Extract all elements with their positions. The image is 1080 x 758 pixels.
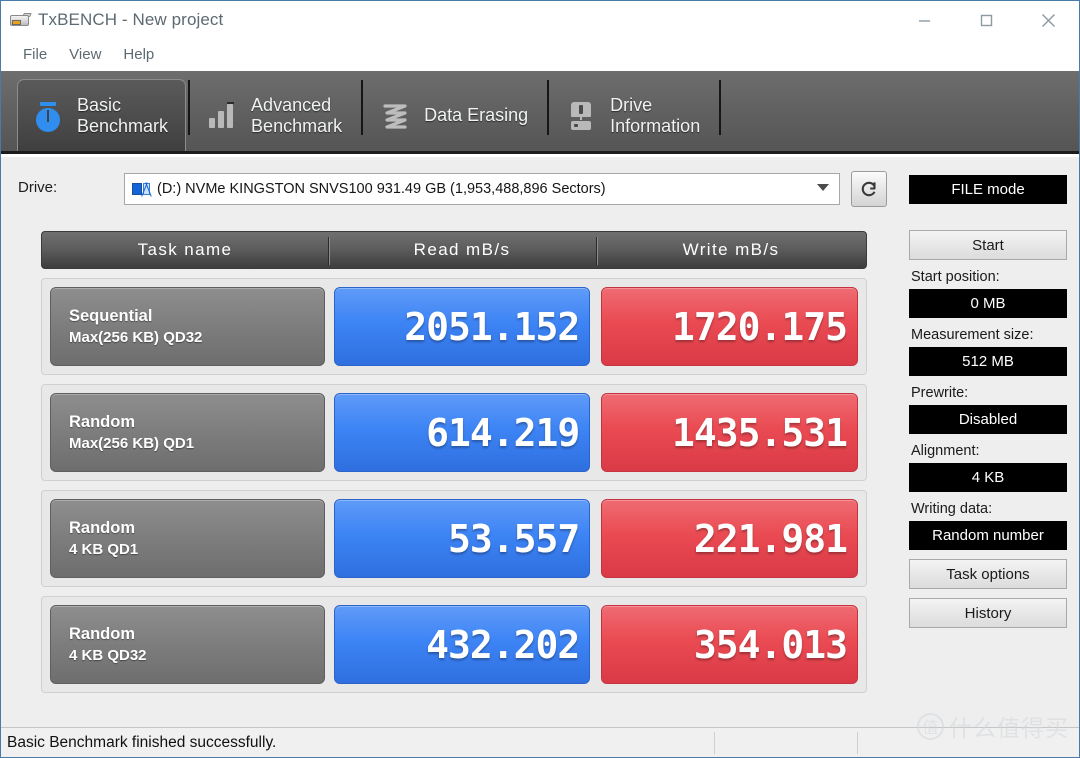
menu-item-view[interactable]: View xyxy=(58,43,112,67)
column-header-read: Read mB/s xyxy=(328,232,596,268)
task-button[interactable]: Sequential Max(256 KB) QD32 xyxy=(50,287,325,366)
table-row: Sequential Max(256 KB) QD32 2051.152 172… xyxy=(41,278,867,375)
chevron-down-icon xyxy=(817,184,829,191)
status-message: Basic Benchmark finished successfully. xyxy=(7,733,277,751)
minimize-button[interactable] xyxy=(893,1,955,39)
read-value: 53.557 xyxy=(333,499,591,578)
alignment-label: Alignment: xyxy=(911,443,980,459)
tab-divider xyxy=(547,79,550,135)
tab-advanced-benchmark[interactable]: Advanced Benchmark xyxy=(192,80,359,151)
task-name-line2: Max(256 KB) QD1 xyxy=(69,434,195,452)
window-title: TxBENCH - New project xyxy=(38,10,224,29)
column-header-write: Write mB/s xyxy=(596,232,866,268)
txbench-window: TxBENCH - New project File View Help Bas… xyxy=(0,0,1080,758)
options-sidebar: FILE mode Start Start position: 0 MB Mea… xyxy=(909,175,1067,628)
refresh-icon xyxy=(861,181,876,197)
read-value: 614.219 xyxy=(333,393,591,472)
task-options-button[interactable]: Task options xyxy=(909,559,1067,589)
history-button[interactable]: History xyxy=(909,598,1067,628)
tab-bar: Basic Benchmark Advanced Benchmark Data … xyxy=(1,71,1079,154)
benchmark-results: Task name Read mB/s Write mB/s Sequentia… xyxy=(41,231,867,693)
bar-chart-icon xyxy=(205,99,239,133)
task-name-line2: Max(256 KB) QD32 xyxy=(69,328,203,346)
refresh-button[interactable] xyxy=(851,171,887,207)
tab-divider xyxy=(719,79,722,135)
alignment-value[interactable]: 4 KB xyxy=(909,463,1067,492)
write-value: 1435.531 xyxy=(601,393,858,472)
drive-select-value: (D:) NVMe KINGSTON SNVS100 931.49 GB (1,… xyxy=(157,181,606,197)
drive-label: Drive: xyxy=(18,179,58,196)
tab-divider xyxy=(361,79,364,135)
erase-icon xyxy=(378,99,412,133)
task-button[interactable]: Random 4 KB QD1 xyxy=(50,499,325,578)
tab-drive-information[interactable]: Drive Information xyxy=(551,80,717,151)
start-position-label: Start position: xyxy=(911,269,1000,285)
file-mode-button[interactable]: FILE mode xyxy=(909,175,1067,204)
status-divider xyxy=(714,731,715,754)
window-controls xyxy=(893,1,1079,39)
measurement-size-value[interactable]: 512 MB xyxy=(909,347,1067,376)
task-button[interactable]: Random 4 KB QD32 xyxy=(50,605,325,684)
writing-data-value[interactable]: Random number xyxy=(909,521,1067,550)
task-name-line1: Sequential xyxy=(69,306,153,325)
tab-basic-benchmark[interactable]: Basic Benchmark xyxy=(17,79,187,151)
tab-advanced-benchmark-label: Advanced Benchmark xyxy=(251,94,343,136)
app-icon xyxy=(9,10,32,30)
task-name-line2: 4 KB QD32 xyxy=(69,646,147,664)
start-position-value[interactable]: 0 MB xyxy=(909,289,1067,318)
tab-divider xyxy=(188,79,191,135)
tab-drive-information-label: Drive Information xyxy=(610,94,701,136)
read-value: 432.202 xyxy=(333,605,591,684)
disk-partition-icon xyxy=(132,181,152,197)
column-header-task-name: Task name xyxy=(137,240,233,259)
status-divider xyxy=(857,731,858,754)
table-row: Random 4 KB QD1 53.557 221.981 xyxy=(41,490,867,587)
drive-info-icon xyxy=(564,99,598,133)
write-value: 221.981 xyxy=(601,499,858,578)
read-value: 2051.152 xyxy=(333,287,591,366)
task-name-line1: Random xyxy=(69,624,135,643)
task-button[interactable]: Random Max(256 KB) QD1 xyxy=(50,393,325,472)
maximize-button[interactable] xyxy=(955,1,1017,39)
menu-item-file[interactable]: File xyxy=(12,43,58,67)
status-bar: Basic Benchmark finished successfully. xyxy=(1,727,1079,757)
menu-item-help[interactable]: Help xyxy=(112,43,165,67)
write-value: 354.013 xyxy=(601,605,858,684)
prewrite-value[interactable]: Disabled xyxy=(909,405,1067,434)
tab-data-erasing[interactable]: Data Erasing xyxy=(365,80,545,151)
results-header-row: Task name Read mB/s Write mB/s xyxy=(41,231,867,269)
table-row: Random Max(256 KB) QD1 614.219 1435.531 xyxy=(41,384,867,481)
measurement-size-label: Measurement size: xyxy=(911,327,1034,343)
table-row: Random 4 KB QD32 432.202 354.013 xyxy=(41,596,867,693)
task-name-line2: 4 KB QD1 xyxy=(69,540,139,558)
close-button[interactable] xyxy=(1017,1,1079,39)
task-name-line1: Random xyxy=(69,412,135,431)
tab-data-erasing-label: Data Erasing xyxy=(424,105,529,125)
menu-bar: File View Help xyxy=(1,39,1079,71)
start-button[interactable]: Start xyxy=(909,230,1067,260)
drive-select[interactable]: (D:) NVMe KINGSTON SNVS100 931.49 GB (1,… xyxy=(124,173,840,205)
title-bar: TxBENCH - New project xyxy=(1,1,1079,39)
tab-basic-benchmark-label: Basic Benchmark xyxy=(77,94,169,136)
task-name-line1: Random xyxy=(69,518,135,537)
stopwatch-icon xyxy=(31,99,65,133)
content-area: Drive: (D:) NVMe KINGSTON SNVS100 931.49… xyxy=(1,157,1079,728)
prewrite-label: Prewrite: xyxy=(911,385,969,401)
writing-data-label: Writing data: xyxy=(911,501,993,517)
write-value: 1720.175 xyxy=(601,287,858,366)
